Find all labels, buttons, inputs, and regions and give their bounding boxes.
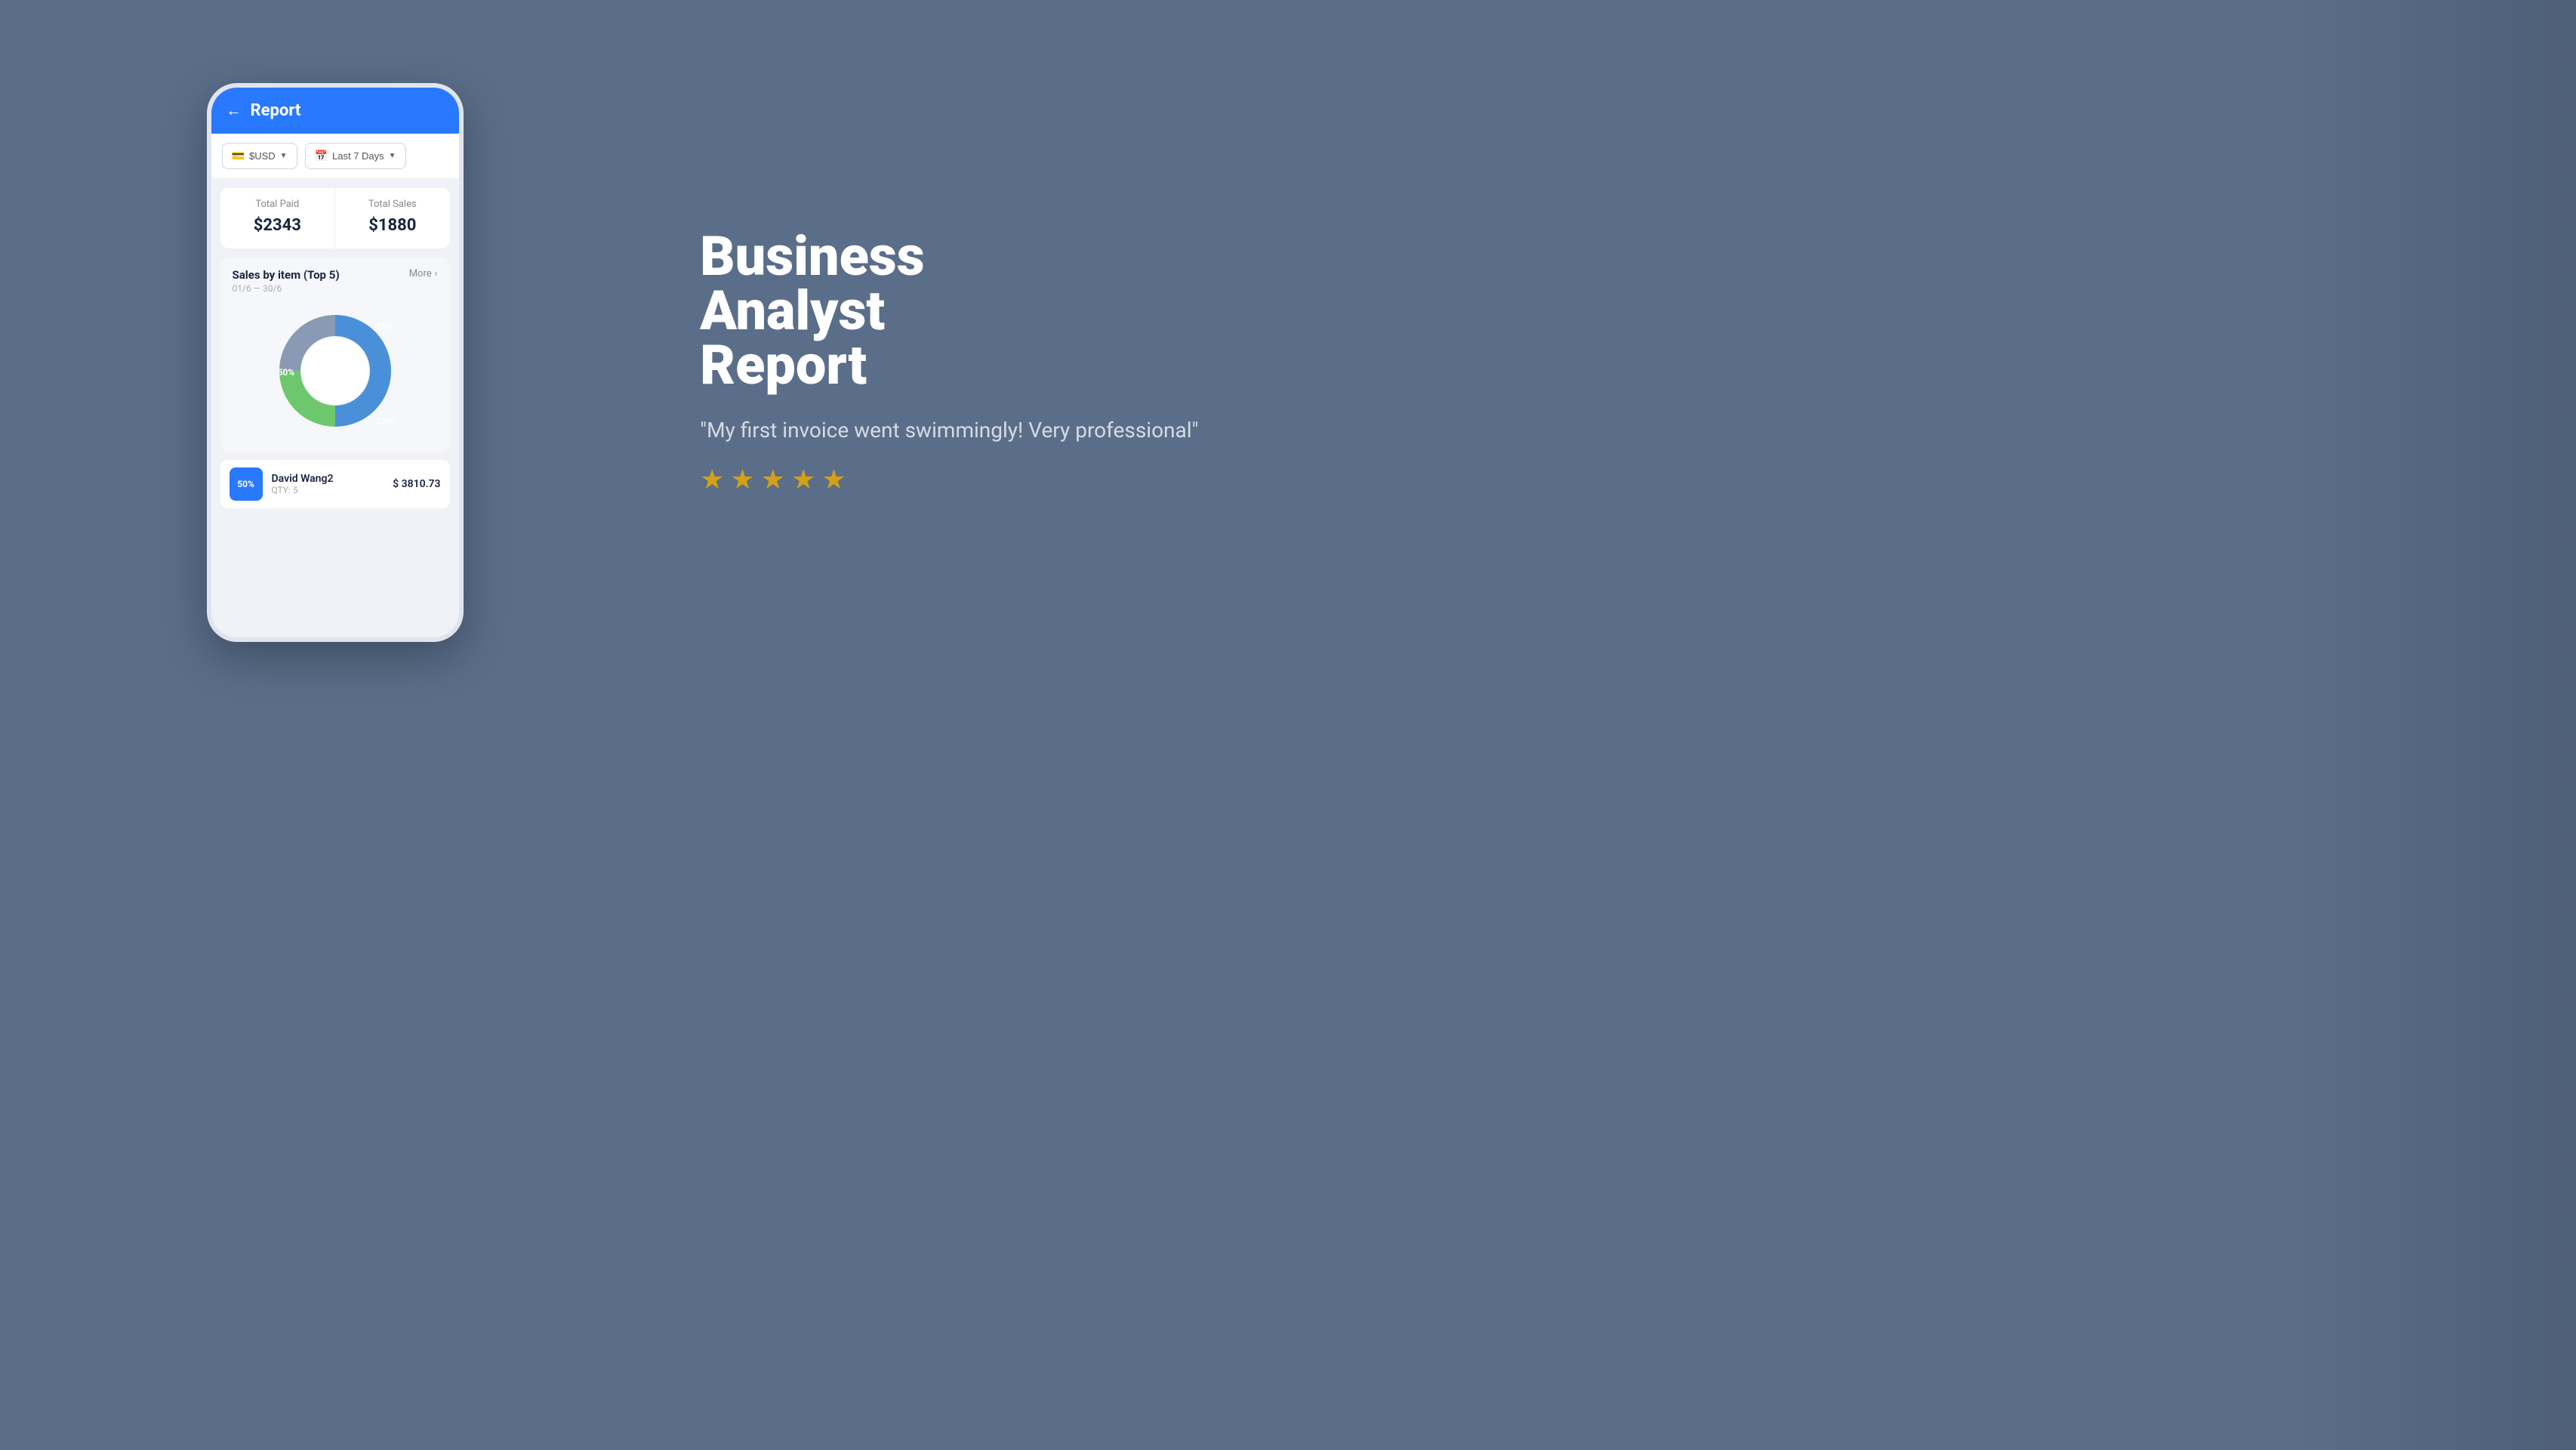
more-chevron-icon: › [435, 268, 438, 279]
stats-card: Total Paid $2343 Total Sales $1880 [220, 187, 450, 248]
left-panel: ← Report 💳 $USD ▼ 📅 Last 7 Days ▼ Total … [0, 0, 670, 725]
star-3: ★ [761, 464, 785, 495]
total-paid-value: $2343 [233, 216, 323, 235]
more-label: More [409, 268, 432, 279]
stats-row: Total Paid $2343 Total Sales $1880 [220, 187, 450, 248]
total-paid-label: Total Paid [233, 199, 323, 210]
person-overlay [2289, 0, 2576, 1450]
phone-header: ← Report [211, 88, 459, 134]
item-amount: $ 3810.73 [393, 478, 440, 490]
star-4: ★ [791, 464, 815, 495]
item-row: 50% David Wang2 QTY: 5 $ 3810.73 [220, 460, 450, 508]
phone-mockup: ← Report 💳 $USD ▼ 📅 Last 7 Days ▼ Total … [207, 83, 464, 642]
right-panel: Business Analyst Report "My first invoic… [670, 0, 1288, 725]
total-sales-label: Total Sales [347, 199, 438, 210]
star-2: ★ [730, 464, 754, 495]
filter-row: 💳 $USD ▼ 📅 Last 7 Days ▼ [211, 134, 459, 178]
currency-filter-button[interactable]: 💳 $USD ▼ [222, 143, 297, 169]
total-sales-cell: Total Sales $1880 [335, 188, 450, 248]
star-5: ★ [821, 464, 846, 495]
currency-chevron-icon: ▼ [280, 152, 288, 160]
sales-title: Sales by item (Top 5) [233, 268, 340, 282]
date-label: Last 7 Days [332, 150, 384, 162]
donut-wrapper: 25% 50% 25% [275, 310, 396, 434]
calendar-icon: 📅 [315, 150, 328, 162]
item-qty: QTY: 5 [272, 485, 384, 495]
headline-line3: Report [700, 333, 867, 397]
item-badge: 50% [230, 467, 263, 501]
currency-label: $USD [249, 150, 276, 162]
total-paid-cell: Total Paid $2343 [220, 188, 336, 248]
sales-section: Sales by item (Top 5) More › 01/6 — 30/6 [220, 258, 450, 452]
date-filter-button[interactable]: 📅 Last 7 Days ▼ [305, 143, 406, 169]
testimonial-text: "My first invoice went swimmingly! Very … [700, 415, 1243, 445]
sales-date-range: 01/6 — 30/6 [233, 283, 438, 294]
donut-label-25-bottom: 25% [377, 416, 394, 427]
sales-header: Sales by item (Top 5) More › [233, 268, 438, 282]
total-sales-value: $1880 [347, 216, 438, 235]
donut-chart-container: 25% 50% 25% [233, 303, 438, 442]
currency-icon: 💳 [232, 150, 245, 162]
item-name: David Wang2 [272, 473, 384, 485]
star-1: ★ [700, 464, 724, 495]
more-button[interactable]: More › [409, 268, 438, 279]
phone-title: Report [251, 101, 301, 120]
star-rating: ★ ★ ★ ★ ★ [700, 464, 1243, 495]
date-chevron-icon: ▼ [389, 152, 396, 160]
headline: Business Analyst Report [700, 230, 1243, 393]
donut-label-25-top: 25% [377, 321, 394, 332]
donut-label-50: 50% [278, 367, 295, 378]
item-info: David Wang2 QTY: 5 [272, 473, 384, 495]
back-arrow-icon[interactable]: ← [226, 101, 242, 120]
